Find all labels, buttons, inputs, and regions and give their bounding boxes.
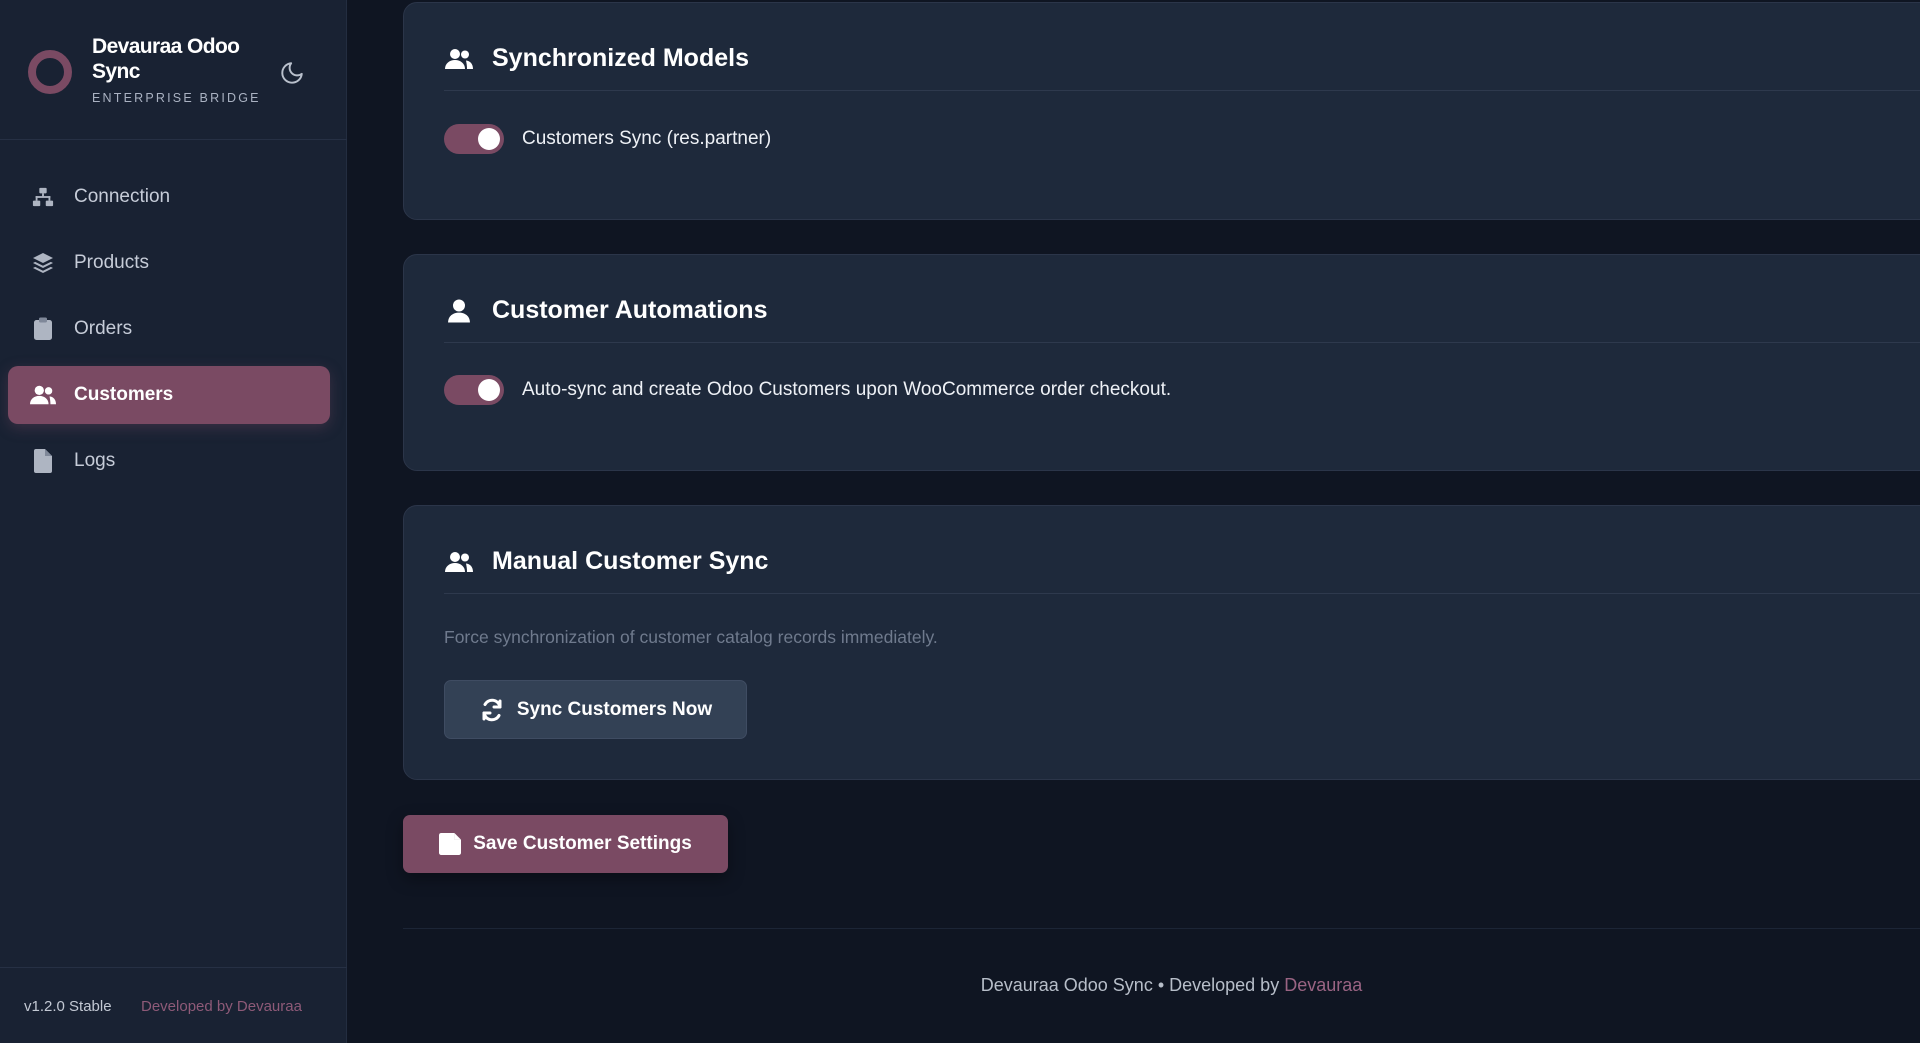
footer-divider bbox=[403, 928, 1920, 929]
sidebar-item-logs[interactable]: Logs bbox=[8, 432, 330, 490]
users-icon bbox=[444, 44, 474, 74]
auto-sync-label: Auto-sync and create Odoo Customers upon… bbox=[522, 379, 1172, 400]
developer-link[interactable]: Developed by Devauraa bbox=[141, 998, 302, 1015]
footer-text: Devauraa Odoo Sync • Developed by bbox=[980, 975, 1280, 995]
network-icon bbox=[30, 184, 56, 210]
save-button-label: Save Customer Settings bbox=[473, 833, 692, 854]
toggle-knob bbox=[478, 128, 500, 150]
sidebar-item-products[interactable]: Products bbox=[8, 234, 330, 292]
auto-sync-row: Auto-sync and create Odoo Customers upon… bbox=[444, 375, 1171, 405]
manual-customer-sync-card: Manual Customer Sync Force synchronizati… bbox=[403, 505, 1920, 780]
sidebar-item-label: Connection bbox=[74, 186, 171, 207]
user-icon bbox=[444, 296, 474, 326]
brand-title: Devauraa Odoo Sync bbox=[92, 35, 240, 83]
customer-automations-card: Customer Automations Auto-sync and creat… bbox=[403, 254, 1920, 471]
card-header: Customer Automations bbox=[444, 279, 1920, 343]
sidebar-item-label: Customers bbox=[74, 384, 174, 405]
sidebar-item-label: Products bbox=[74, 252, 149, 273]
moon-icon bbox=[281, 62, 303, 84]
brand-header: Devauraa Odoo Sync ENTERPRISE BRIDGE bbox=[0, 0, 347, 140]
sidebar-footer: v1.2.0 Stable Developed by Devauraa bbox=[0, 967, 347, 1043]
customers-sync-toggle[interactable] bbox=[444, 124, 504, 154]
customers-sync-row: Customers Sync (res.partner) bbox=[444, 124, 771, 154]
clipboard-icon bbox=[30, 316, 56, 342]
refresh-icon bbox=[479, 698, 505, 722]
sidebar-item-customers[interactable]: Customers bbox=[8, 366, 330, 424]
card-header: Synchronized Models bbox=[444, 27, 1920, 91]
card-title: Manual Customer Sync bbox=[492, 547, 769, 575]
card-header: Manual Customer Sync bbox=[444, 530, 1920, 594]
brand-subtitle: ENTERPRISE BRIDGE bbox=[92, 91, 261, 105]
file-icon bbox=[30, 448, 56, 474]
toggle-knob bbox=[478, 379, 500, 401]
sidebar-item-label: Orders bbox=[74, 318, 133, 339]
layers-icon bbox=[30, 250, 56, 276]
customers-sync-label: Customers Sync (res.partner) bbox=[522, 128, 772, 149]
version-label: v1.2.0 Stable bbox=[24, 998, 112, 1015]
auto-sync-toggle[interactable] bbox=[444, 375, 504, 405]
sync-button-label: Sync Customers Now bbox=[516, 698, 713, 720]
manual-sync-description: Force synchronization of customer catalo… bbox=[444, 627, 938, 647]
card-title: Customer Automations bbox=[492, 296, 768, 324]
brand-logo bbox=[28, 50, 72, 94]
users-icon bbox=[444, 547, 474, 577]
sync-customers-button[interactable]: Sync Customers Now bbox=[444, 680, 747, 739]
save-icon bbox=[439, 833, 462, 855]
sidebar-item-label: Logs bbox=[74, 450, 116, 471]
sidebar-item-connection[interactable]: Connection bbox=[8, 168, 330, 226]
page-footer: Devauraa Odoo Sync • Developed by Devaur… bbox=[403, 975, 1920, 996]
users-icon bbox=[30, 382, 56, 408]
footer-developer-link[interactable]: Devauraa bbox=[1284, 975, 1362, 995]
sidebar-item-orders[interactable]: Orders bbox=[8, 300, 330, 358]
sidebar: Devauraa Odoo Sync ENTERPRISE BRIDGE Con… bbox=[0, 0, 347, 1043]
save-customer-settings-button[interactable]: Save Customer Settings bbox=[403, 815, 728, 873]
card-title: Synchronized Models bbox=[492, 44, 749, 72]
synchronized-models-card: Synchronized Models Customers Sync (res.… bbox=[403, 2, 1920, 220]
theme-toggle-button[interactable] bbox=[278, 59, 306, 87]
